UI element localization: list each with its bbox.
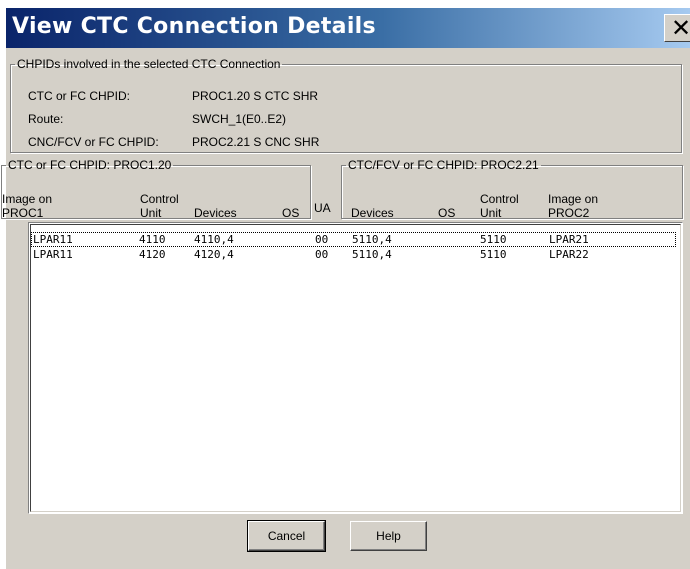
header-os1: OS xyxy=(282,206,300,220)
chpid-group-legend: CHPIDs involved in the selected CTC Conn… xyxy=(17,57,281,71)
header-cu1-line2: Unit xyxy=(140,206,162,220)
cell-image-proc1: LPAR11 xyxy=(33,248,73,261)
header-devices1: Devices xyxy=(194,206,237,220)
cnc-chpid-value: PROC2.21 S CNC SHR xyxy=(192,135,320,149)
header-os2: OS xyxy=(438,206,456,220)
cell-control-unit-1: 4120 xyxy=(139,248,166,261)
left-group-legend: CTC or FC CHPID: PROC1.20 xyxy=(8,158,172,172)
table-row[interactable]: LPAR11 4110 4110,4 00 5110,4 5110 LPAR21 xyxy=(31,232,676,247)
cell-control-unit-2: 5110 xyxy=(480,233,507,246)
header-image-proc2-line2: PROC2 xyxy=(548,206,590,220)
route-label: Route: xyxy=(28,112,64,126)
header-image-proc1-line1: Image on xyxy=(2,192,53,206)
window-title: View CTC Connection Details xyxy=(12,14,376,39)
header-devices2: Devices xyxy=(351,206,394,220)
right-chpid-group: CTC/FCV or FC CHPID: PROC2.21 Devices OS… xyxy=(341,158,683,220)
header-image-proc2-line1: Image on xyxy=(548,192,599,206)
right-group-legend: CTC/FCV or FC CHPID: PROC2.21 xyxy=(348,158,539,172)
cell-devices-2: 5110,4 xyxy=(352,248,392,261)
header-cu2-line1: Control xyxy=(480,192,519,206)
cell-devices-2: 5110,4 xyxy=(352,233,392,246)
close-icon: ✕ xyxy=(670,14,690,42)
cnc-chpid-label: CNC/FCV or FC CHPID: xyxy=(28,135,159,149)
header-image-proc1-line2: PROC1 xyxy=(2,206,44,220)
cell-image-proc2: LPAR21 xyxy=(549,233,589,246)
connection-list-inner: LPAR11 4110 4110,4 00 5110,4 5110 LPAR21… xyxy=(30,224,681,512)
help-button[interactable]: Help xyxy=(350,521,427,551)
header-cu1-line1: Control xyxy=(140,192,179,206)
cell-image-proc1: LPAR11 xyxy=(33,233,73,246)
cell-control-unit-1: 4110 xyxy=(139,233,166,246)
cell-devices-1: 4120,4 xyxy=(194,248,234,261)
ctc-chpid-label: CTC or FC CHPID: xyxy=(28,89,130,103)
cell-control-unit-2: 5110 xyxy=(480,248,507,261)
cell-devices-1: 4110,4 xyxy=(194,233,234,246)
cell-ua: 00 xyxy=(315,233,329,246)
header-ua: UA xyxy=(314,201,331,215)
chpid-group: CHPIDs involved in the selected CTC Conn… xyxy=(10,57,682,153)
cancel-button[interactable]: Cancel xyxy=(247,520,326,552)
table-row[interactable]: LPAR11 4120 4120,4 00 5110,4 5110 LPAR22 xyxy=(31,247,676,262)
cell-image-proc2: LPAR22 xyxy=(549,248,589,261)
close-button[interactable]: ✕ xyxy=(664,14,690,42)
title-bar[interactable]: View CTC Connection Details ✕ xyxy=(6,8,690,48)
connection-list[interactable]: LPAR11 4110 4110,4 00 5110,4 5110 LPAR21… xyxy=(28,222,683,514)
route-value: SWCH_1(E0..E2) xyxy=(192,112,287,126)
cell-ua: 00 xyxy=(315,248,329,261)
left-chpid-group: CTC or FC CHPID: PROC1.20 Image on PROC1… xyxy=(1,158,311,220)
header-cu2-line2: Unit xyxy=(480,206,502,220)
ctc-chpid-value: PROC1.20 S CTC SHR xyxy=(192,89,319,103)
